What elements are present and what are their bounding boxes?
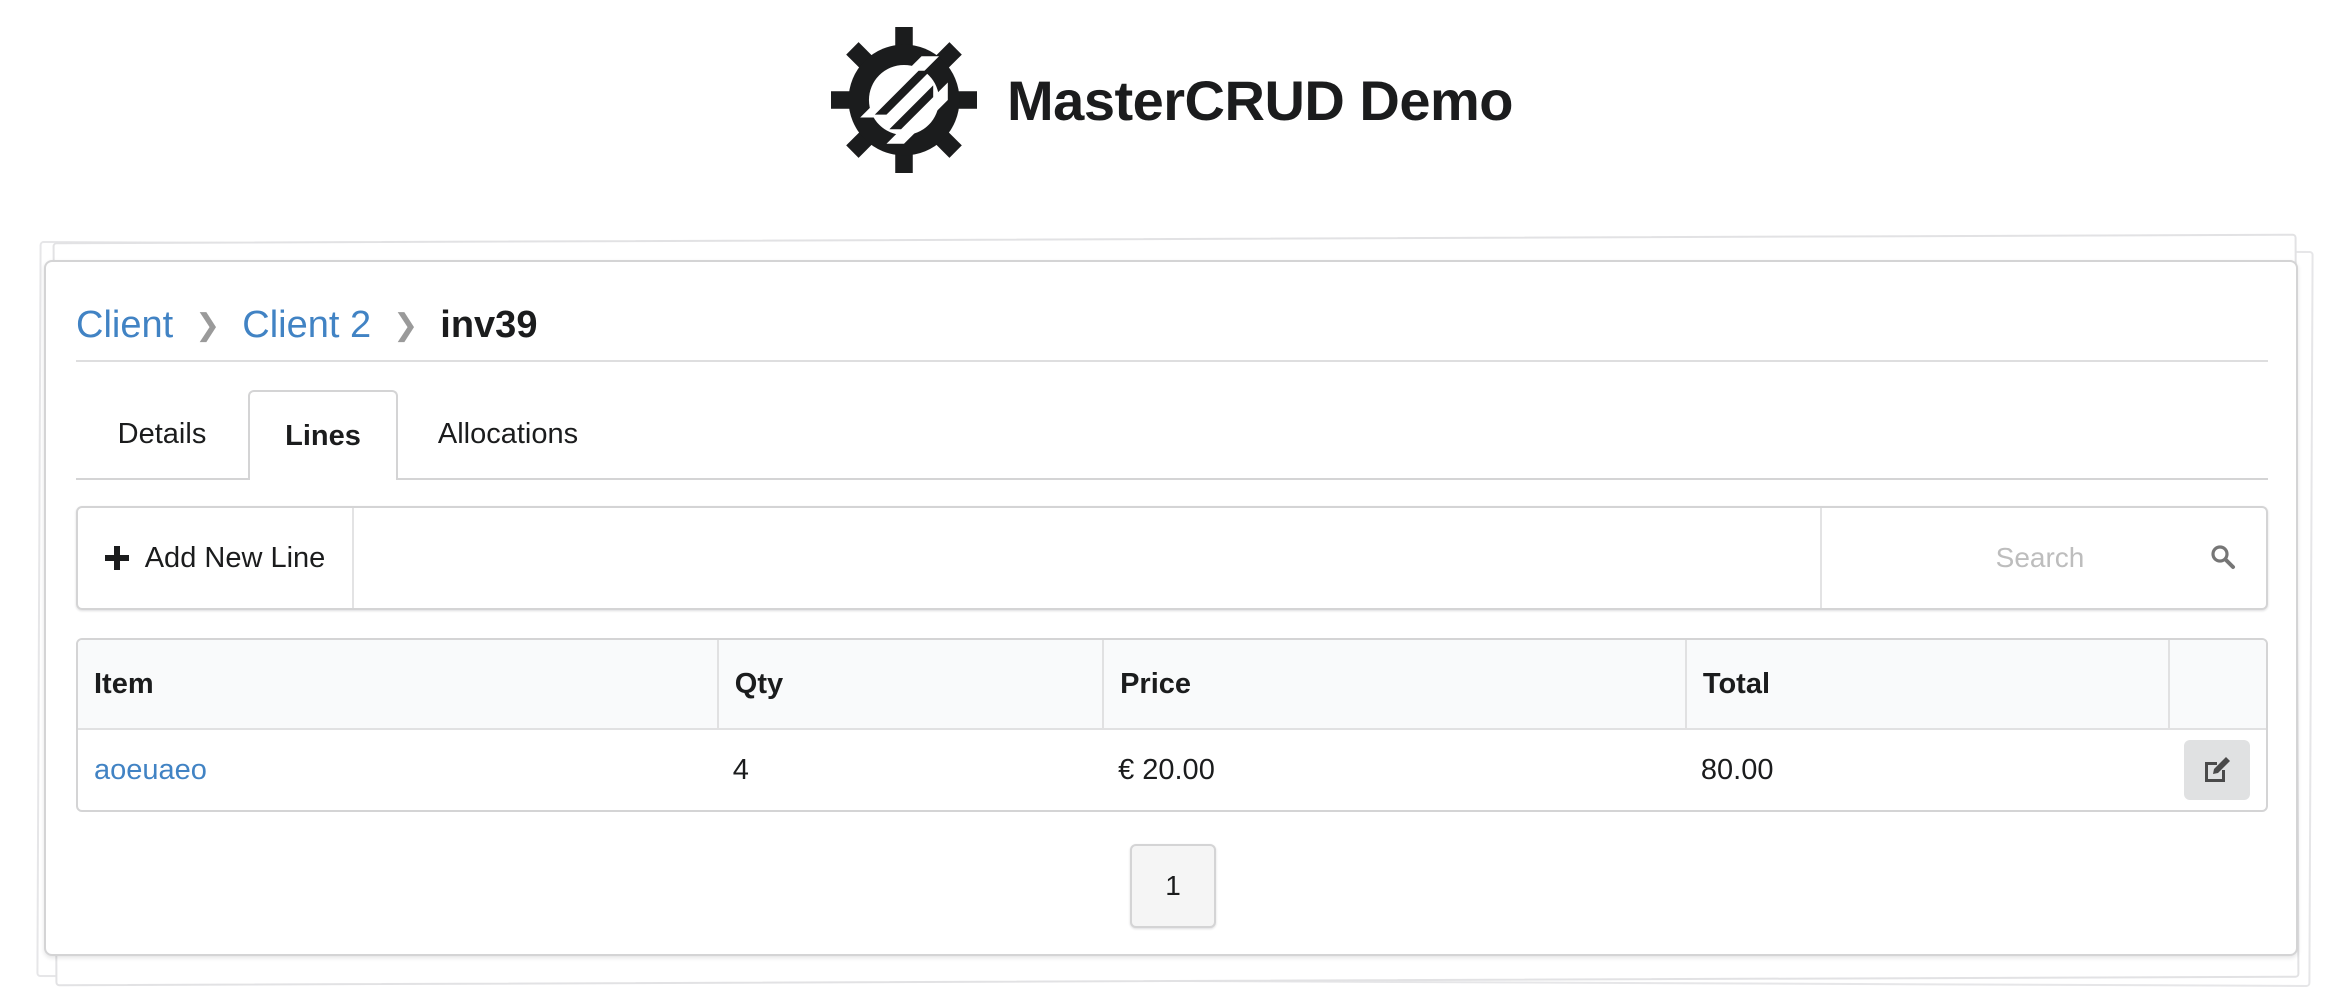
main-card: Client ❯ Client 2 ❯ inv39 Details Lines … — [44, 260, 2298, 956]
toolbar: Add New Line — [76, 506, 2268, 610]
table-header-row: Item Qty Price Total — [78, 640, 2266, 730]
logo: MasterCRUD Demo — [831, 27, 1513, 173]
app-title: MasterCRUD Demo — [1007, 68, 1513, 132]
search-box — [1820, 508, 2266, 608]
breadcrumb: Client ❯ Client 2 ❯ inv39 — [76, 292, 537, 358]
tab-details[interactable]: Details — [76, 390, 248, 478]
column-header-actions — [2168, 640, 2266, 730]
breadcrumb-item-current: inv39 — [440, 303, 538, 346]
column-header-price[interactable]: Price — [1102, 640, 1685, 730]
chevron-right-icon: ❯ — [393, 308, 419, 342]
add-new-line-button[interactable]: Add New Line — [78, 508, 354, 608]
edit-icon — [2205, 757, 2230, 782]
cell-price: € 20.00 — [1118, 753, 1215, 786]
column-header-item[interactable]: Item — [78, 640, 717, 730]
divider — [76, 360, 2268, 362]
column-header-qty[interactable]: Qty — [716, 640, 1103, 730]
cell-item: aoeuaeo — [78, 730, 717, 810]
chevron-right-icon: ❯ — [195, 308, 221, 342]
breadcrumb-item-client[interactable]: Client — [76, 304, 173, 347]
tab-bar: Details Lines Allocations — [76, 390, 2268, 480]
cell-actions — [2168, 730, 2266, 810]
item-link[interactable]: aoeuaeo — [94, 754, 207, 786]
table-row: aoeuaeo 4 € 20.00 80.00 — [78, 730, 2266, 810]
search-input[interactable] — [1868, 541, 2212, 575]
tab-lines[interactable]: Lines — [248, 390, 398, 480]
search-icon[interactable] — [2210, 544, 2236, 570]
pagination-page-1[interactable]: 1 — [1130, 844, 1216, 928]
column-header-total[interactable]: Total — [1684, 640, 2168, 730]
app-header: MasterCRUD Demo — [0, 0, 2344, 200]
gear-slash-logo-icon — [831, 27, 978, 173]
cell-total: 80.00 — [1700, 753, 1774, 786]
add-new-line-label: Add New Line — [144, 541, 326, 574]
breadcrumb-item-client-2[interactable]: Client 2 — [242, 304, 371, 347]
tab-allocations[interactable]: Allocations — [398, 390, 618, 478]
page: MasterCRUD Demo Client ❯ Client 2 ❯ inv3… — [0, 0, 2344, 1004]
cell-qty: 4 — [732, 753, 749, 786]
plus-icon — [104, 546, 129, 570]
edit-button[interactable] — [2184, 740, 2250, 800]
lines-table: Item Qty Price Total aoeuaeo 4 € 20.00 8… — [76, 638, 2268, 812]
